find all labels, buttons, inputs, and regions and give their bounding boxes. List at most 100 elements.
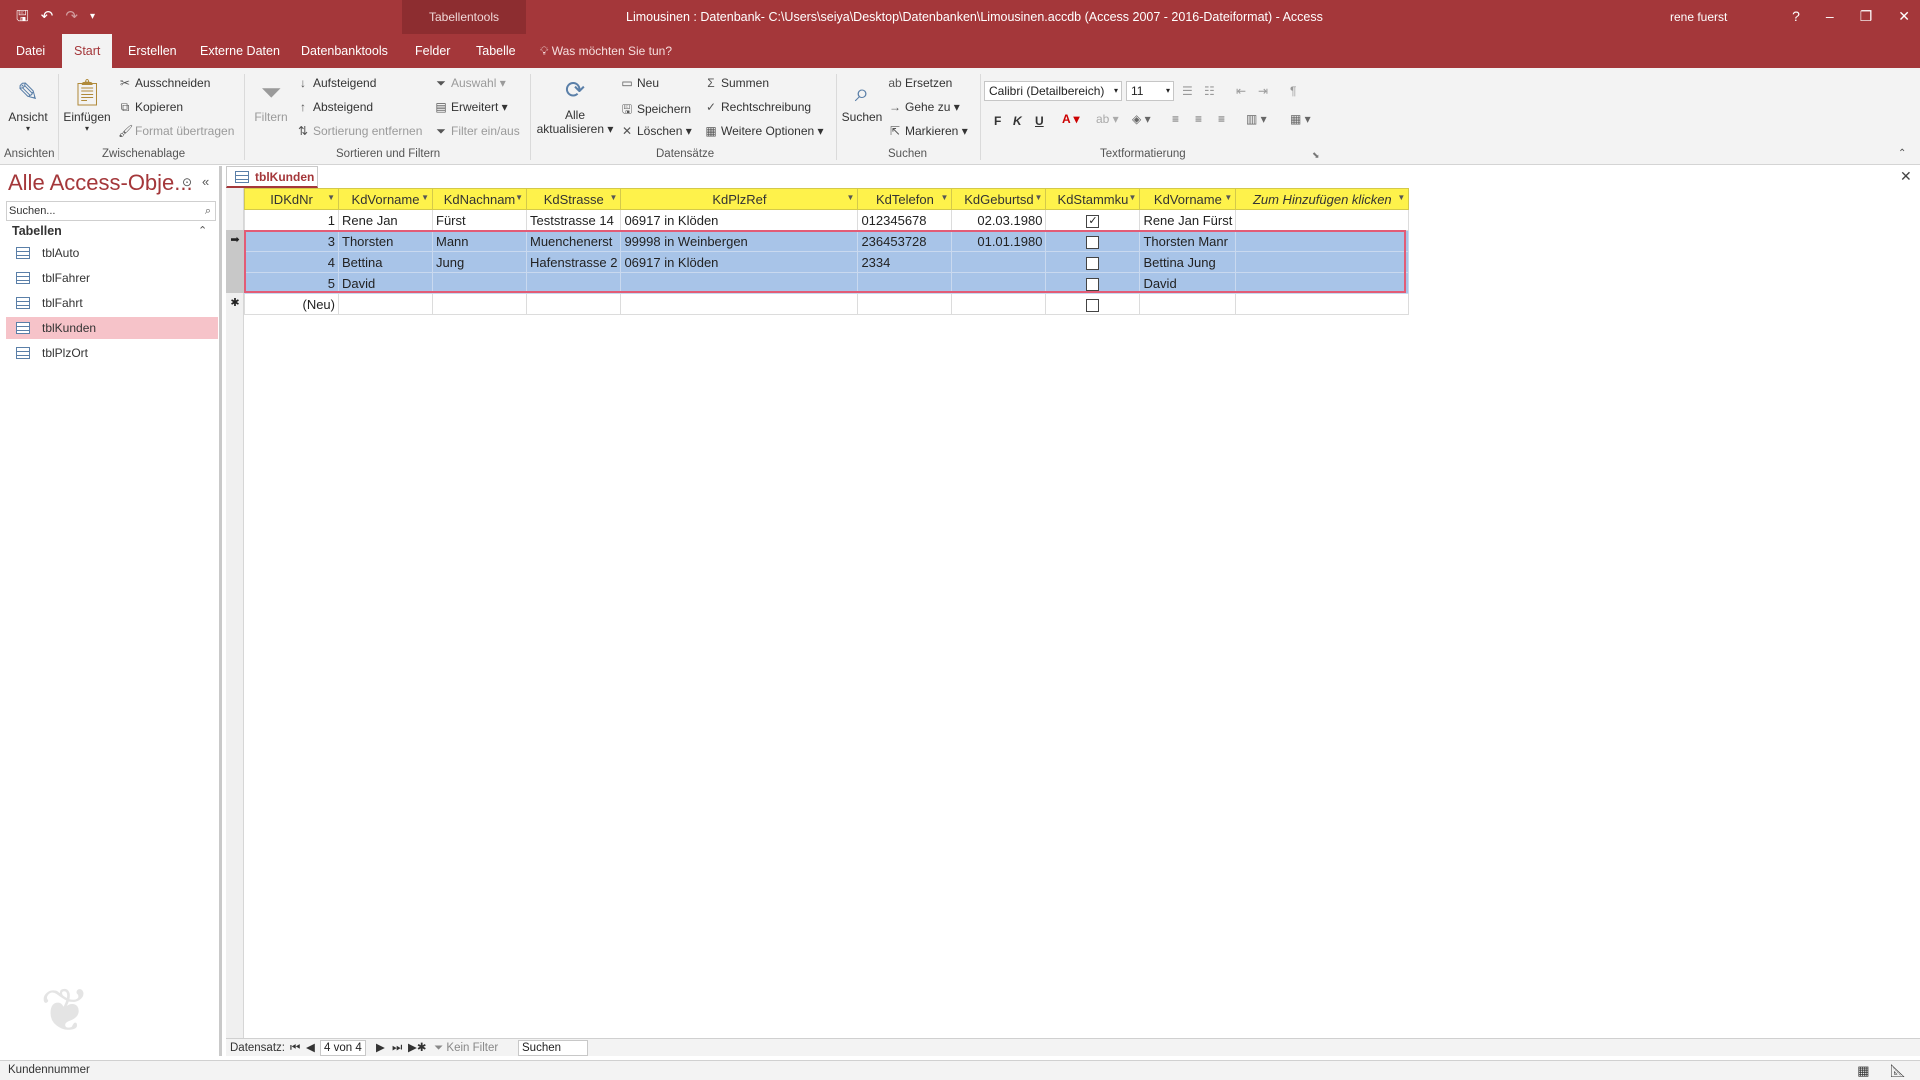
nav-search-input[interactable]: Suchen... ⌕: [6, 201, 216, 221]
cell-kdvollname[interactable]: [1139, 293, 1237, 315]
nav-menu-chevron-icon[interactable]: ⊙: [182, 175, 192, 189]
cell-idkdnr[interactable]: 3: [244, 230, 339, 252]
cell-kdvollname[interactable]: David: [1139, 272, 1237, 294]
chevron-down-icon[interactable]: ▼: [515, 193, 523, 202]
cell-kdstrasse[interactable]: Muenchenerst: [525, 230, 622, 252]
cell-kdnachname[interactable]: Mann: [432, 230, 527, 252]
font-name-select[interactable]: Calibri (Detailbereich) ▾: [984, 81, 1122, 101]
alt-row-color-icon[interactable]: ▥ ▾: [1246, 112, 1267, 126]
cell-kdgeburtsdatum[interactable]: [951, 272, 1047, 294]
new-record-asterisk-icon[interactable]: ✱: [226, 293, 244, 314]
nav-item-tblauto[interactable]: tblAuto: [6, 242, 218, 264]
customize-qat-icon[interactable]: ▾: [90, 8, 95, 26]
chevron-down-icon[interactable]: ▼: [1397, 193, 1405, 202]
sort-ascending-button[interactable]: ↓ Aufsteigend: [296, 76, 376, 90]
copy-button[interactable]: ⧉ Kopieren: [118, 100, 183, 115]
column-header-kdvorname-2[interactable]: KdVorname ▼: [1139, 188, 1237, 210]
tell-me-box[interactable]: 💡︎ Was möchten Sie tun?: [540, 34, 672, 68]
record-selector[interactable]: [226, 251, 244, 272]
redo-icon[interactable]: ↷: [65, 8, 78, 26]
bold-button[interactable]: F: [994, 114, 1001, 128]
underline-button[interactable]: U: [1035, 114, 1044, 128]
cell-kdplzref[interactable]: 06917 in Klöden: [620, 209, 859, 231]
new-record-nav-icon[interactable]: ▶✱: [408, 1040, 426, 1056]
chevron-down-icon[interactable]: ▼: [847, 193, 855, 202]
close-document-icon[interactable]: ✕: [1900, 168, 1912, 185]
cell-kdgeburtsdatum[interactable]: 01.01.1980: [951, 230, 1047, 252]
totals-button[interactable]: Σ Summen: [704, 76, 769, 90]
nav-item-tblkunden[interactable]: tblKunden: [6, 317, 218, 339]
cell-add-field[interactable]: [1235, 209, 1410, 231]
cell-kdtelefon[interactable]: 2334: [857, 251, 953, 273]
column-header-idkdnr[interactable]: IDKdNr ▼: [244, 188, 339, 210]
tab-datenbanktools[interactable]: Datenbanktools: [289, 34, 400, 68]
table-row[interactable]: 4 Bettina Jung Hafenstrasse 2 06917 in K…: [244, 251, 1410, 273]
more-options-button[interactable]: ▦ Weitere Optionen ▾: [704, 124, 823, 138]
refresh-all-button[interactable]: ⟳ Alle aktualisieren ▾: [534, 74, 616, 136]
bullet-list-icon[interactable]: ☰: [1182, 84, 1193, 98]
record-selector[interactable]: [226, 272, 244, 293]
new-record-button[interactable]: ▭ Neu: [620, 76, 659, 90]
fill-color-icon[interactable]: ◈ ▾: [1132, 112, 1151, 126]
last-record-icon[interactable]: ⏭: [392, 1040, 402, 1056]
column-header-add-field[interactable]: Zum Hinzufügen klicken ▼: [1235, 188, 1410, 210]
indent-decrease-icon[interactable]: ⇤: [1236, 84, 1246, 98]
nav-pane-header[interactable]: Alle Access-Obje...: [8, 170, 193, 196]
save-icon[interactable]: 🖫: [16, 8, 29, 26]
cell-kdstammkunde[interactable]: [1045, 272, 1141, 294]
cell-kdnachname[interactable]: Fürst: [432, 209, 527, 231]
replace-button[interactable]: ab Ersetzen: [888, 76, 952, 90]
cell-kdvorname[interactable]: Bettina: [338, 251, 433, 273]
document-tab-tblkunden[interactable]: tblKunden: [226, 166, 318, 188]
checkbox[interactable]: [1086, 256, 1100, 270]
chevron-down-icon[interactable]: ▼: [1035, 193, 1043, 202]
help-button[interactable]: ?: [1792, 0, 1800, 32]
align-left-icon[interactable]: ≡: [1172, 112, 1179, 126]
minimize-button[interactable]: –: [1826, 0, 1834, 32]
cell-add-field[interactable]: [1235, 272, 1410, 294]
cell-kdvorname[interactable]: [338, 293, 433, 315]
search-icon[interactable]: ⌕: [205, 202, 211, 220]
design-view-icon[interactable]: 📐︎: [1889, 1062, 1906, 1080]
tab-start[interactable]: Start: [62, 34, 113, 68]
cell-kdvollname[interactable]: Rene Jan Fürst: [1139, 209, 1237, 231]
tab-externe-daten[interactable]: Externe Daten: [188, 34, 292, 68]
column-header-kdstammkunde[interactable]: KdStammku ▼: [1045, 188, 1141, 210]
cell-kdplzref[interactable]: 06917 in Klöden: [620, 251, 859, 273]
first-record-icon[interactable]: ⏮: [290, 1040, 300, 1056]
filter-status-button[interactable]: ⏷ Kein Filter: [434, 1040, 498, 1056]
gridlines-icon[interactable]: ▦ ▾: [1290, 112, 1311, 126]
dialog-launcher-icon[interactable]: ⬊: [1312, 150, 1320, 161]
chevron-down-icon[interactable]: ▼: [610, 193, 618, 202]
paste-button[interactable]: 📋︎ Einfügen ▾: [62, 74, 112, 133]
cell-kdplzref[interactable]: [620, 293, 859, 315]
checkbox[interactable]: [1086, 277, 1100, 291]
column-header-kdtelefon[interactable]: KdTelefon ▼: [857, 188, 953, 210]
cell-idkdnr[interactable]: 4: [244, 251, 339, 273]
save-record-button[interactable]: 🖫 Speichern: [620, 100, 691, 121]
nav-item-tblplzort[interactable]: tblPlzOrt: [6, 342, 218, 364]
cell-kdvorname[interactable]: Thorsten: [338, 230, 433, 252]
sort-descending-button[interactable]: ↑ Absteigend: [296, 100, 373, 114]
advanced-button[interactable]: ▤ Erweitert ▾: [434, 100, 507, 114]
view-button[interactable]: ✎ Ansicht ▾: [4, 74, 52, 133]
spelling-button[interactable]: ✓ Rechtschreibung: [704, 100, 811, 114]
column-header-kdnachname[interactable]: KdNachnam ▼: [432, 188, 527, 210]
checkbox[interactable]: [1086, 298, 1100, 312]
highlight-icon[interactable]: ab ▾: [1096, 112, 1119, 126]
previous-record-icon[interactable]: ◀: [306, 1040, 315, 1056]
indent-increase-icon[interactable]: ⇥: [1258, 84, 1268, 98]
collapse-section-icon[interactable]: ⌃: [198, 224, 207, 237]
nav-section-tabellen[interactable]: Tabellen: [12, 224, 62, 238]
cell-kdplzref[interactable]: 99998 in Weinbergen: [620, 230, 859, 252]
record-search-input[interactable]: Suchen: [518, 1040, 588, 1056]
cell-kdstrasse[interactable]: [525, 272, 622, 294]
cell-kdstammkunde[interactable]: [1045, 230, 1141, 252]
column-header-kdvorname[interactable]: KdVorname ▼: [338, 188, 433, 210]
align-center-icon[interactable]: ≡: [1195, 112, 1202, 126]
table-row[interactable]: 3 Thorsten Mann Muenchenerst 99998 in We…: [244, 230, 1410, 252]
cell-kdtelefon[interactable]: 012345678: [857, 209, 953, 231]
new-record-row[interactable]: (Neu): [244, 293, 1410, 315]
cell-kdnachname[interactable]: [432, 293, 527, 315]
table-row[interactable]: 1 Rene Jan Fürst Teststrasse 14 06917 in…: [244, 209, 1410, 231]
